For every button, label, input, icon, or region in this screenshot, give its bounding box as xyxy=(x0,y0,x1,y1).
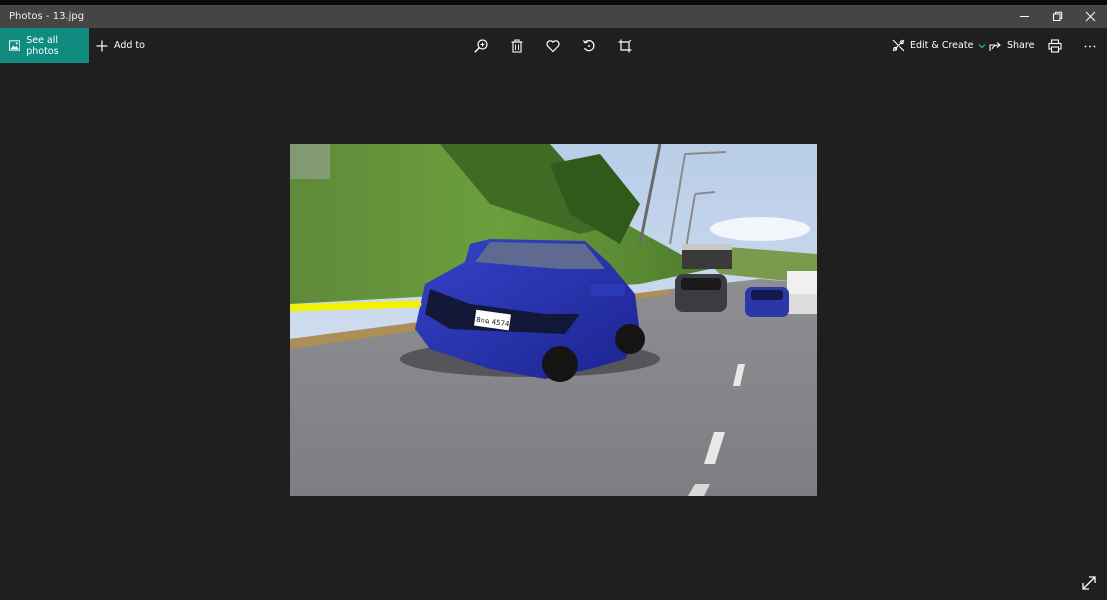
share-label: Share xyxy=(1007,40,1035,51)
car-photo: 8กฉ 4574 xyxy=(290,144,817,496)
more-icon xyxy=(1084,45,1096,48)
delete-icon xyxy=(511,39,523,53)
minimize-icon xyxy=(1019,16,1029,17)
window-title: Photos - 13.jpg xyxy=(9,11,85,22)
plus-icon xyxy=(96,40,108,51)
minimize-button[interactable] xyxy=(1007,5,1041,28)
print-button[interactable] xyxy=(1046,37,1064,55)
see-all-photos-label: See all photos xyxy=(26,34,59,57)
close-icon xyxy=(1085,11,1095,22)
favorite-icon xyxy=(546,40,560,53)
photo-viewer[interactable]: 8กฉ 4574 xyxy=(0,63,1107,600)
rotate-button[interactable] xyxy=(580,37,598,55)
see-all-photos-button[interactable]: See all photos xyxy=(0,28,89,63)
favorite-button[interactable] xyxy=(544,37,562,55)
share-icon xyxy=(989,41,1001,51)
delete-button[interactable] xyxy=(508,37,526,55)
crop-button[interactable] xyxy=(616,37,634,55)
photo-image[interactable]: 8กฉ 4574 xyxy=(290,144,817,496)
close-button[interactable] xyxy=(1073,5,1107,28)
edit-create-button[interactable]: Edit & Create xyxy=(892,28,986,63)
print-icon xyxy=(1048,39,1062,53)
title-bar: Photos - 13.jpg xyxy=(0,0,1107,28)
add-to-button[interactable]: Add to xyxy=(96,28,145,63)
add-to-label: Add to xyxy=(114,40,145,51)
rotate-icon xyxy=(582,40,595,52)
gallery-icon xyxy=(9,40,21,51)
yellow-highlight xyxy=(290,300,422,312)
zoom-button[interactable] xyxy=(472,37,490,55)
chevron-down-icon xyxy=(978,43,986,48)
restore-icon xyxy=(1052,11,1062,21)
edit-create-icon xyxy=(892,39,905,52)
more-button[interactable] xyxy=(1081,37,1099,55)
crop-icon xyxy=(618,39,632,53)
restore-button[interactable] xyxy=(1040,5,1074,28)
edit-create-label: Edit & Create xyxy=(910,40,974,51)
zoom-icon xyxy=(474,39,488,53)
fullscreen-icon xyxy=(1082,576,1096,590)
share-button[interactable]: Share xyxy=(989,28,1034,63)
fullscreen-button[interactable] xyxy=(1080,574,1098,592)
toolbar: See all photos Add to Edit & Create Shar… xyxy=(0,28,1107,63)
